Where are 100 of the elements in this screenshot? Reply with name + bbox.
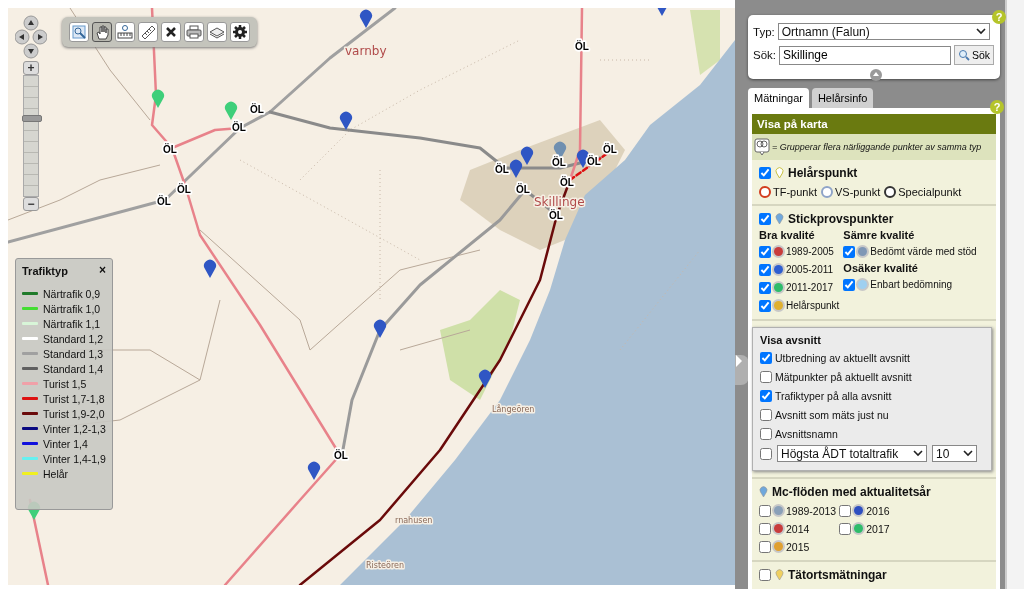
road-label: ÖL (163, 144, 177, 155)
count-dropdown[interactable]: 10 (932, 445, 977, 462)
toolbar-button[interactable] (138, 22, 158, 42)
checkbox[interactable] (759, 299, 771, 312)
measure-dropdown[interactable]: Högsta ÅDT totaltrafik (777, 445, 927, 462)
type-label: Typ: (753, 25, 775, 38)
option-label: Avsnitt som mäts just nu (775, 408, 889, 421)
marker-label: TF-punkt (773, 186, 817, 198)
checkbox[interactable] (839, 522, 852, 535)
checkbox[interactable] (759, 213, 771, 225)
road-label: ÖL (603, 144, 617, 155)
road-label: ÖL (250, 104, 264, 115)
group-title: Bra kvalité (759, 229, 816, 241)
legend-label: Vinter 1,2-1,3 (43, 422, 106, 435)
checkbox[interactable] (843, 245, 856, 258)
checkbox[interactable] (760, 427, 772, 440)
section-title: Tätortsmätningar (788, 568, 887, 582)
option-label: 1989-2013 (786, 504, 837, 517)
legend-label: Turist 1,5 (43, 377, 87, 390)
settings-icon (232, 24, 248, 40)
tab[interactable]: Mätningar (748, 88, 809, 108)
pin-icon (775, 213, 784, 225)
search-button[interactable]: Sök (953, 45, 994, 65)
toolbar-button[interactable] (207, 22, 227, 42)
option-label: Bedömt värde med stöd (870, 246, 977, 257)
checkbox[interactable] (760, 447, 772, 460)
tab[interactable]: Helårsinfo (811, 88, 874, 108)
checkbox[interactable] (760, 389, 772, 402)
checkbox[interactable] (760, 351, 772, 364)
toolbar-button[interactable] (92, 22, 112, 42)
road-label: ÖL (552, 157, 566, 168)
legend-label: Turist 1,7-1,8 (43, 392, 105, 405)
checkbox[interactable] (759, 540, 771, 553)
zoom-out-button[interactable]: − (23, 197, 39, 211)
section-title: Stickprovspunkter (788, 212, 894, 226)
group-title: Osäker kvalité (843, 262, 919, 274)
chevron-down-icon (975, 28, 986, 35)
close-button[interactable]: × (99, 265, 106, 277)
checkbox[interactable] (759, 245, 771, 258)
section-title: Mc-flöden med aktualitetsår (772, 485, 931, 499)
legend-note: = Grupperar flera närliggande punkter av samma typ (772, 142, 982, 152)
pin-icon (759, 486, 768, 498)
option-label: Enbart bedömning (870, 279, 953, 290)
panel-toggle-tab[interactable] (735, 355, 749, 385)
legend-label: Turist 1,9-2,0 (43, 407, 105, 420)
checkbox[interactable] (760, 370, 772, 383)
option-label: 2011-2017 (786, 282, 834, 293)
search-icon (957, 49, 970, 61)
road-label: ÖL (177, 184, 191, 195)
place-label: Risteören (366, 561, 404, 570)
zoom-slider[interactable] (23, 75, 39, 197)
zoom-in-button[interactable]: + (23, 61, 39, 75)
section-header: Visa på karta (752, 114, 996, 134)
option-label: 2005-2011 (786, 264, 834, 275)
chevron-down-icon (913, 450, 923, 457)
checkbox[interactable] (759, 167, 771, 179)
search-field[interactable]: Skillinge (779, 45, 951, 65)
printer-icon (186, 24, 202, 40)
checkbox[interactable] (759, 569, 771, 581)
road-label: ÖL (575, 41, 589, 52)
checkbox[interactable] (759, 522, 771, 535)
toolbar-button[interactable] (69, 22, 89, 42)
zoom-slider-thumb[interactable] (22, 114, 42, 122)
cluster-pin-icon (754, 138, 770, 156)
type-dropdown[interactable]: Ortnamn (Falun) (777, 23, 990, 40)
pin-icon (775, 569, 784, 581)
legend-label: Närtrafik 1,0 (43, 302, 101, 315)
legend-label: Standard 1,3 (43, 347, 104, 360)
option-label: Avsnittsnamn (775, 427, 838, 440)
option-label: 1989-2005 (786, 246, 834, 257)
road-label: ÖL (516, 184, 530, 195)
option-label: 2015 (786, 540, 810, 553)
checkbox[interactable] (843, 278, 856, 291)
legend-label: Standard 1,4 (43, 362, 104, 375)
option-label: Utbredning av aktuellt avsnitt (775, 351, 910, 364)
collapse-up-icon[interactable] (870, 69, 882, 81)
toolbar-button[interactable] (161, 22, 181, 42)
scrollbar[interactable] (1005, 0, 1024, 589)
group-title: Sämre kvalité (843, 229, 916, 241)
box-title: Visa avsnitt (760, 334, 822, 346)
road-label: ÖL (157, 196, 171, 207)
legend-label: Vinter 1,4-1,9 (43, 452, 106, 465)
legend-label: Vinter 1,4 (43, 437, 88, 450)
triangle-icon (735, 355, 743, 367)
checkbox[interactable] (759, 281, 771, 294)
zoom-in-icon (71, 24, 87, 40)
legend-label: Helår (43, 467, 69, 480)
option-label: 2014 (786, 522, 810, 535)
checkbox[interactable] (839, 504, 852, 517)
option-label: Helårspunkt (786, 300, 840, 311)
bulb-icon (775, 167, 784, 179)
checkbox[interactable] (759, 504, 771, 517)
scale-icon (117, 24, 133, 40)
road-label: ÖL (334, 450, 348, 461)
checkbox[interactable] (760, 408, 772, 421)
place-label: Långeören (492, 405, 535, 414)
checkbox[interactable] (759, 263, 771, 276)
ruler-icon (140, 24, 156, 40)
place-label: varnby (345, 44, 387, 58)
toolbar-button[interactable] (230, 22, 250, 42)
